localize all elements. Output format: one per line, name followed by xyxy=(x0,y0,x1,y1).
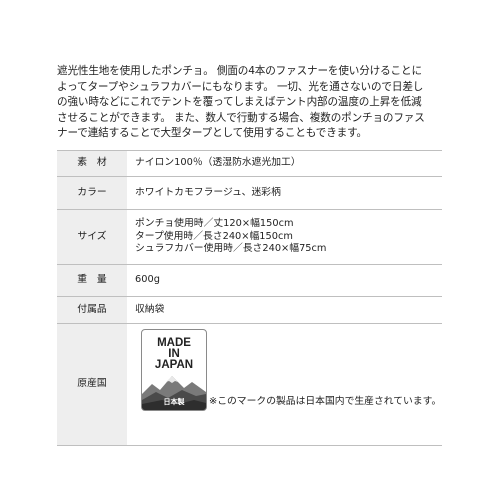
spec-row-size: サイズ ポンチョ使用時／丈120×幅150cm タープ使用時／長さ240×幅15… xyxy=(57,209,442,265)
spec-value-color: ホワイトカモフラージュ、迷彩柄 xyxy=(127,176,442,210)
spec-label-color: カラー xyxy=(57,176,127,210)
description-line: 遮光性生地を使用したポンチョ。 側面の4本のファスナーを使い分けることに xyxy=(57,65,422,77)
spec-label-size: サイズ xyxy=(57,209,127,265)
spec-row-origin: 原産国 MADE IN JAPAN 日本製 ※このマークの製品は日本国内で生産さ… xyxy=(57,323,442,446)
badge-text-japan-made: 日本製 xyxy=(163,397,185,406)
spec-value-weight: 600g xyxy=(127,264,442,297)
spec-row-material: 素 材 ナイロン100％（透湿防水遮光加工） xyxy=(57,150,442,177)
description-line: ナーで連結することで大型タープとして使用することもできます。 xyxy=(57,127,367,139)
description-line: させることができます。 また、数人で行動する場合、複数のポンチョのファス xyxy=(57,111,425,124)
spec-row-weight: 重 量 600g xyxy=(57,264,442,297)
made-in-japan-badge: MADE IN JAPAN 日本製 xyxy=(141,329,207,411)
description-line: の強い時などにこれでテントを覆ってしまえばテント内部の温度の上昇を低減 xyxy=(57,96,422,108)
spec-label-accessories: 付属品 xyxy=(57,296,127,324)
description-line: よってタープやシュラフカバーにもなります。 一切、光を通さないので日差し xyxy=(57,80,424,93)
spec-value-material: ナイロン100％（透湿防水遮光加工） xyxy=(127,150,442,177)
origin-note: ※このマークの製品は日本国内で生産されています。 xyxy=(209,396,442,407)
spec-value-accessories: 収納袋 xyxy=(127,296,442,324)
size-line: ポンチョ使用時／丈120×幅150cm xyxy=(135,218,294,230)
size-line: シュラフカバー使用時／長さ240×幅75cm xyxy=(135,243,327,255)
spec-label-origin: 原産国 xyxy=(57,323,127,446)
spec-table: 素 材 ナイロン100％（透湿防水遮光加工） カラー ホワイトカモフラージュ、迷… xyxy=(57,150,442,446)
spec-value-origin: MADE IN JAPAN 日本製 ※このマークの製品は日本国内で生産されていま… xyxy=(127,323,442,446)
spec-label-material: 素 材 xyxy=(57,150,127,177)
spec-value-size: ポンチョ使用時／丈120×幅150cm タープ使用時／長さ240×幅150cm … xyxy=(127,209,442,265)
spec-row-accessories: 付属品 収納袋 xyxy=(57,296,442,324)
product-description: 遮光性生地を使用したポンチョ。 側面の4本のファスナーを使い分けることに よって… xyxy=(57,64,452,142)
spec-label-weight: 重 量 xyxy=(57,264,127,297)
spec-row-color: カラー ホワイトカモフラージュ、迷彩柄 xyxy=(57,176,442,210)
size-line: タープ使用時／長さ240×幅150cm xyxy=(135,230,293,242)
